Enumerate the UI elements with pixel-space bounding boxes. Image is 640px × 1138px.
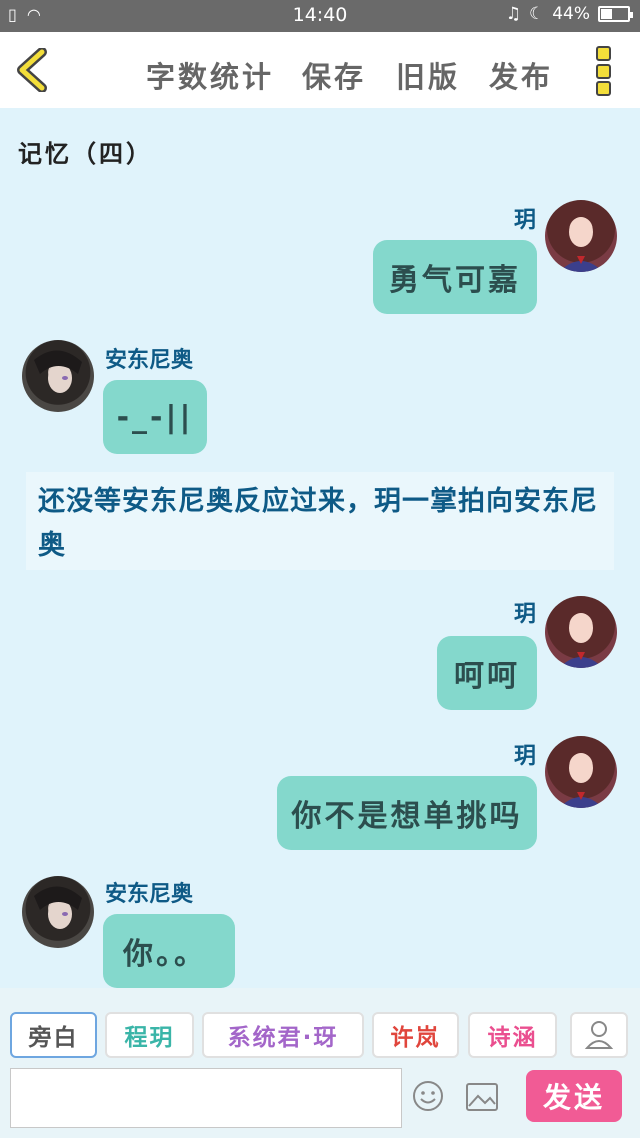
editor-toolbar: 字数统计 保存 旧版 发布: [0, 32, 640, 108]
old-version-button[interactable]: 旧版: [396, 54, 460, 96]
avatar[interactable]: [22, 340, 94, 412]
notification-off-icon: ♫: [505, 4, 521, 24]
story-content: 记忆（四） 玥 勇气可嘉 安东尼奥 -_-|| 还没等安东尼奥反应过来，玥一掌拍…: [0, 108, 640, 988]
more-vertical-icon[interactable]: [596, 46, 616, 96]
publish-button[interactable]: 发布: [489, 54, 553, 96]
message-bubble[interactable]: 呵呵: [437, 636, 537, 710]
battery-percent: 44%: [552, 4, 590, 24]
message-bubble[interactable]: 你不是想单挑吗: [277, 776, 537, 850]
speaker-name: 玥: [513, 208, 536, 233]
message-bubble[interactable]: 勇气可嘉: [373, 240, 537, 314]
avatar[interactable]: [545, 736, 617, 808]
message-bubble[interactable]: -_-||: [103, 380, 207, 454]
speaker-name: 玥: [513, 744, 536, 769]
role-chip[interactable]: 系统君·玡: [202, 1012, 364, 1058]
avatar[interactable]: [545, 200, 617, 272]
chapter-title: 记忆（四）: [18, 140, 153, 168]
chevron-left-icon[interactable]: [14, 47, 54, 93]
role-chip-narrator[interactable]: 旁白: [10, 1012, 97, 1058]
role-chip[interactable]: 程玥: [105, 1012, 194, 1058]
battery-icon: [598, 6, 633, 22]
composer-panel: 旁白 程玥 系统君·玡 许岚 诗涵 发送: [0, 988, 640, 1138]
avatar[interactable]: [22, 876, 94, 948]
moon-icon: ☾: [528, 4, 545, 24]
message-input[interactable]: [10, 1068, 402, 1128]
speaker-name: 玥: [513, 602, 536, 627]
speaker-name: 安东尼奥: [105, 348, 194, 373]
avatar[interactable]: [545, 596, 617, 668]
role-chip[interactable]: 许岚: [372, 1012, 459, 1058]
narration-block[interactable]: 还没等安东尼奥反应过来，玥一掌拍向安东尼奥: [26, 472, 614, 570]
message-bubble[interactable]: 你。。: [103, 914, 235, 988]
smiley-icon[interactable]: [412, 1080, 444, 1112]
role-chip[interactable]: 诗涵: [468, 1012, 557, 1058]
send-button[interactable]: 发送: [526, 1070, 622, 1122]
person-icon[interactable]: [570, 1012, 628, 1058]
status-bar: ▯ ◠ 14:40 ♫ ☾ 44%: [0, 0, 640, 32]
image-icon[interactable]: [465, 1082, 499, 1112]
save-button[interactable]: 保存: [302, 54, 366, 96]
word-count-button[interactable]: 字数统计: [146, 54, 274, 96]
speaker-name: 安东尼奥: [105, 882, 194, 907]
